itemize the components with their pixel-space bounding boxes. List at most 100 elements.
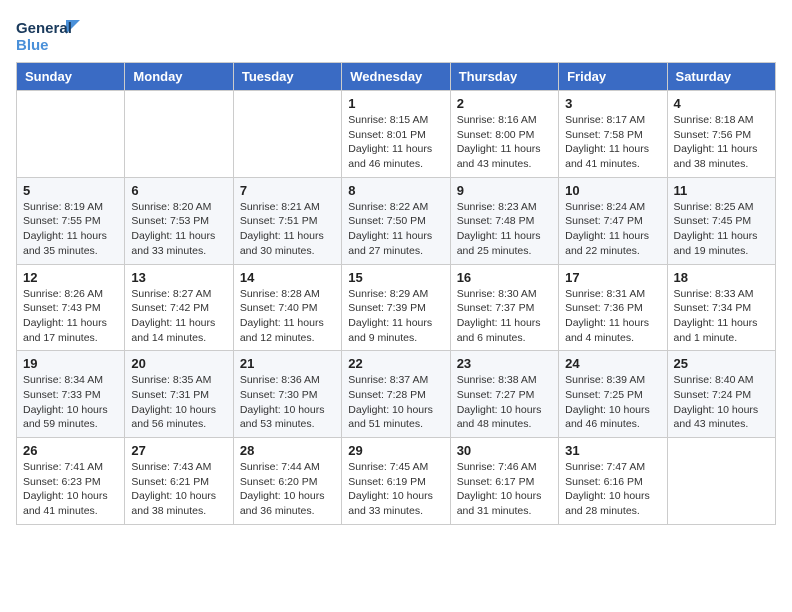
calendar-cell: 11 Sunrise: 8:25 AM Sunset: 7:45 PM Dayli…	[667, 177, 775, 264]
calendar-cell: 26Sunrise: 7:41 AM Sunset: 6:23 PM Dayli…	[17, 438, 125, 525]
calendar-cell: 3 Sunrise: 8:17 AM Sunset: 7:58 PM Daylig…	[559, 91, 667, 178]
day-number: 2	[457, 96, 552, 111]
calendar-week-2: 5Sunrise: 8:19 AM Sunset: 7:55 PM Daylig…	[17, 177, 776, 264]
calendar-cell: 23 Sunrise: 8:38 AM Sunset: 7:27 PM Dayli…	[450, 351, 558, 438]
calendar-cell	[233, 91, 341, 178]
day-info: Sunrise: 7:45 AM Sunset: 6:19 PM Dayligh…	[348, 460, 443, 519]
day-number: 30	[457, 443, 552, 458]
calendar-week-1: 1 Sunrise: 8:15 AM Sunset: 8:01 PM Daylig…	[17, 91, 776, 178]
calendar-table: SundayMondayTuesdayWednesdayThursdayFrid…	[16, 62, 776, 525]
calendar-cell: 20Sunrise: 8:35 AM Sunset: 7:31 PM Dayli…	[125, 351, 233, 438]
calendar-cell: 21 Sunrise: 8:36 AM Sunset: 7:30 PM Dayli…	[233, 351, 341, 438]
calendar-cell	[667, 438, 775, 525]
day-number: 11	[674, 183, 769, 198]
day-number: 18	[674, 270, 769, 285]
day-number: 20	[131, 356, 226, 371]
day-info: Sunrise: 7:46 AM Sunset: 6:17 PM Dayligh…	[457, 460, 552, 519]
day-info: Sunrise: 8:31 AM Sunset: 7:36 PM Dayligh…	[565, 287, 660, 346]
day-info: Sunrise: 8:33 AM Sunset: 7:34 PM Dayligh…	[674, 287, 769, 346]
calendar-cell: 25 Sunrise: 8:40 AM Sunset: 7:24 PM Dayli…	[667, 351, 775, 438]
day-info: Sunrise: 7:41 AM Sunset: 6:23 PM Dayligh…	[23, 460, 118, 519]
day-info: Sunrise: 8:16 AM Sunset: 8:00 PM Dayligh…	[457, 113, 552, 172]
day-info: Sunrise: 8:21 AM Sunset: 7:51 PM Dayligh…	[240, 200, 335, 259]
calendar-cell: 30 Sunrise: 7:46 AM Sunset: 6:17 PM Dayli…	[450, 438, 558, 525]
calendar-cell: 10 Sunrise: 8:24 AM Sunset: 7:47 PM Dayli…	[559, 177, 667, 264]
day-info: Sunrise: 8:28 AM Sunset: 7:40 PM Dayligh…	[240, 287, 335, 346]
day-info: Sunrise: 8:20 AM Sunset: 7:53 PM Dayligh…	[131, 200, 226, 259]
day-number: 7	[240, 183, 335, 198]
day-info: Sunrise: 8:39 AM Sunset: 7:25 PM Dayligh…	[565, 373, 660, 432]
calendar-cell: 14 Sunrise: 8:28 AM Sunset: 7:40 PM Dayli…	[233, 264, 341, 351]
calendar-cell: 27 Sunrise: 7:43 AM Sunset: 6:21 PM Dayli…	[125, 438, 233, 525]
day-info: Sunrise: 8:22 AM Sunset: 7:50 PM Dayligh…	[348, 200, 443, 259]
calendar-cell: 5Sunrise: 8:19 AM Sunset: 7:55 PM Daylig…	[17, 177, 125, 264]
calendar-cell: 17 Sunrise: 8:31 AM Sunset: 7:36 PM Dayli…	[559, 264, 667, 351]
calendar-cell: 24Sunrise: 8:39 AM Sunset: 7:25 PM Dayli…	[559, 351, 667, 438]
day-info: Sunrise: 8:34 AM Sunset: 7:33 PM Dayligh…	[23, 373, 118, 432]
day-number: 22	[348, 356, 443, 371]
day-number: 27	[131, 443, 226, 458]
day-number: 14	[240, 270, 335, 285]
day-number: 28	[240, 443, 335, 458]
calendar-cell: 29 Sunrise: 7:45 AM Sunset: 6:19 PM Dayli…	[342, 438, 450, 525]
day-number: 8	[348, 183, 443, 198]
calendar-cell: 6 Sunrise: 8:20 AM Sunset: 7:53 PM Daylig…	[125, 177, 233, 264]
day-number: 12	[23, 270, 118, 285]
day-info: Sunrise: 8:18 AM Sunset: 7:56 PM Dayligh…	[674, 113, 769, 172]
day-number: 17	[565, 270, 660, 285]
day-info: Sunrise: 8:24 AM Sunset: 7:47 PM Dayligh…	[565, 200, 660, 259]
weekday-header-thursday: Thursday	[450, 63, 558, 91]
calendar-cell: 4 Sunrise: 8:18 AM Sunset: 7:56 PM Daylig…	[667, 91, 775, 178]
calendar-week-3: 12Sunrise: 8:26 AM Sunset: 7:43 PM Dayli…	[17, 264, 776, 351]
day-number: 15	[348, 270, 443, 285]
calendar-cell: 9Sunrise: 8:23 AM Sunset: 7:48 PM Daylig…	[450, 177, 558, 264]
day-info: Sunrise: 8:27 AM Sunset: 7:42 PM Dayligh…	[131, 287, 226, 346]
calendar-cell: 18 Sunrise: 8:33 AM Sunset: 7:34 PM Dayli…	[667, 264, 775, 351]
weekday-header-monday: Monday	[125, 63, 233, 91]
weekday-header-sunday: Sunday	[17, 63, 125, 91]
day-number: 29	[348, 443, 443, 458]
day-number: 25	[674, 356, 769, 371]
day-number: 1	[348, 96, 443, 111]
day-number: 3	[565, 96, 660, 111]
calendar-cell	[17, 91, 125, 178]
day-info: Sunrise: 7:44 AM Sunset: 6:20 PM Dayligh…	[240, 460, 335, 519]
calendar-cell	[125, 91, 233, 178]
day-number: 6	[131, 183, 226, 198]
day-info: Sunrise: 8:17 AM Sunset: 7:58 PM Dayligh…	[565, 113, 660, 172]
calendar-cell: 28 Sunrise: 7:44 AM Sunset: 6:20 PM Dayli…	[233, 438, 341, 525]
weekday-header-friday: Friday	[559, 63, 667, 91]
calendar-cell: 22 Sunrise: 8:37 AM Sunset: 7:28 PM Dayli…	[342, 351, 450, 438]
logo: GeneralBlue	[16, 16, 86, 54]
day-info: Sunrise: 8:25 AM Sunset: 7:45 PM Dayligh…	[674, 200, 769, 259]
weekday-header-wednesday: Wednesday	[342, 63, 450, 91]
day-info: Sunrise: 7:43 AM Sunset: 6:21 PM Dayligh…	[131, 460, 226, 519]
calendar-cell: 15Sunrise: 8:29 AM Sunset: 7:39 PM Dayli…	[342, 264, 450, 351]
day-info: Sunrise: 8:37 AM Sunset: 7:28 PM Dayligh…	[348, 373, 443, 432]
calendar-cell: 31Sunrise: 7:47 AM Sunset: 6:16 PM Dayli…	[559, 438, 667, 525]
calendar-week-5: 26Sunrise: 7:41 AM Sunset: 6:23 PM Dayli…	[17, 438, 776, 525]
calendar-cell: 12Sunrise: 8:26 AM Sunset: 7:43 PM Dayli…	[17, 264, 125, 351]
weekday-header-tuesday: Tuesday	[233, 63, 341, 91]
day-info: Sunrise: 8:40 AM Sunset: 7:24 PM Dayligh…	[674, 373, 769, 432]
day-info: Sunrise: 8:36 AM Sunset: 7:30 PM Dayligh…	[240, 373, 335, 432]
svg-text:General: General	[16, 20, 72, 37]
day-info: Sunrise: 7:47 AM Sunset: 6:16 PM Dayligh…	[565, 460, 660, 519]
calendar-week-4: 19Sunrise: 8:34 AM Sunset: 7:33 PM Dayli…	[17, 351, 776, 438]
weekday-header-saturday: Saturday	[667, 63, 775, 91]
day-info: Sunrise: 8:23 AM Sunset: 7:48 PM Dayligh…	[457, 200, 552, 259]
logo-svg: GeneralBlue	[16, 16, 86, 54]
day-number: 21	[240, 356, 335, 371]
day-info: Sunrise: 8:19 AM Sunset: 7:55 PM Dayligh…	[23, 200, 118, 259]
day-number: 16	[457, 270, 552, 285]
day-info: Sunrise: 8:38 AM Sunset: 7:27 PM Dayligh…	[457, 373, 552, 432]
calendar-cell: 7 Sunrise: 8:21 AM Sunset: 7:51 PM Daylig…	[233, 177, 341, 264]
calendar-cell: 19Sunrise: 8:34 AM Sunset: 7:33 PM Dayli…	[17, 351, 125, 438]
day-number: 23	[457, 356, 552, 371]
day-number: 4	[674, 96, 769, 111]
day-number: 10	[565, 183, 660, 198]
day-info: Sunrise: 8:15 AM Sunset: 8:01 PM Dayligh…	[348, 113, 443, 172]
day-info: Sunrise: 8:30 AM Sunset: 7:37 PM Dayligh…	[457, 287, 552, 346]
calendar-cell: 2 Sunrise: 8:16 AM Sunset: 8:00 PM Daylig…	[450, 91, 558, 178]
calendar-cell: 13Sunrise: 8:27 AM Sunset: 7:42 PM Dayli…	[125, 264, 233, 351]
